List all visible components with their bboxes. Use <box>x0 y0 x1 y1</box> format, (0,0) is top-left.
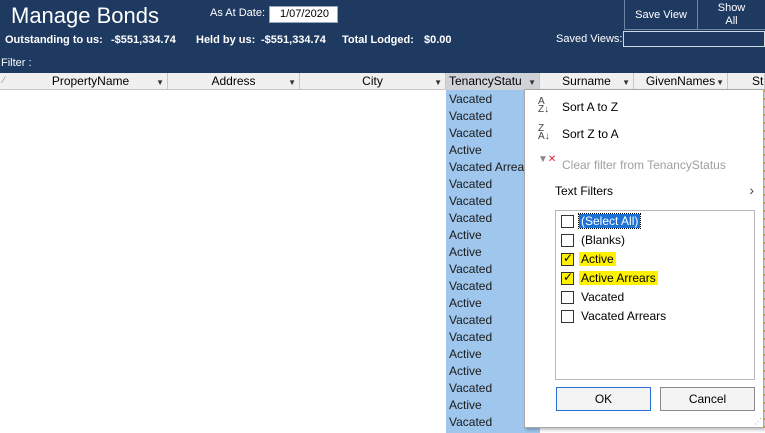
chevron-right-icon: › <box>749 182 754 198</box>
held-by-us-label: Held by us: <box>196 34 256 46</box>
tenancy-status-cell[interactable]: Active <box>449 245 482 259</box>
chevron-down-icon[interactable]: ▼ <box>288 75 296 90</box>
text-filters-label: Text Filters <box>555 184 614 198</box>
tenancy-status-cell[interactable]: Active <box>449 296 482 310</box>
outstanding-value: -$551,334.74 <box>111 34 176 46</box>
tenancy-status-cell[interactable]: Vacated <box>449 381 492 395</box>
chevron-down-icon[interactable]: ▼ <box>434 75 442 90</box>
chevron-down-icon[interactable]: ▼ <box>716 75 724 90</box>
filter-option-label: Active Arrears <box>579 271 658 285</box>
column-header-surname[interactable]: Surname ▼ <box>540 73 634 90</box>
clear-filter-label: Clear filter from TenancyStatus <box>562 158 726 172</box>
chevron-down-icon[interactable]: ▼ <box>622 75 630 90</box>
column-header-label: TenancyStatu <box>449 74 522 88</box>
filter-option-label: (Select All) <box>577 213 642 229</box>
column-header-start[interactable]: Star <box>728 73 765 90</box>
tenancy-status-cell[interactable]: Vacated <box>449 194 492 208</box>
held-by-us-value: -$551,334.74 <box>261 34 326 46</box>
resize-grip-icon[interactable]: ⋰ <box>754 417 762 426</box>
column-header-propertyname[interactable]: PropertyName ▼ <box>14 73 168 90</box>
cancel-button[interactable]: Cancel <box>660 387 755 411</box>
filter-option-label: Vacated <box>581 290 625 304</box>
tenancy-status-cell[interactable]: Vacated <box>449 330 492 344</box>
tenancy-status-cell[interactable]: Active <box>449 364 482 378</box>
tenancy-status-cell[interactable]: Vacated <box>449 262 492 276</box>
clear-filter-icon: ▼✕ <box>538 154 557 165</box>
tenancy-status-cell[interactable]: Vacated <box>449 211 492 225</box>
tenancy-status-cell[interactable]: Vacated <box>449 92 492 106</box>
column-header-address[interactable]: Address ▼ <box>168 73 300 90</box>
page-title: Manage Bonds <box>11 3 159 28</box>
tenancy-status-cell[interactable]: Vacated <box>449 177 492 191</box>
app-header: Manage Bonds As At Date: 1/07/2020 Outst… <box>0 0 765 73</box>
filter-dropdown: A Z↓ Sort A to Z Z A↓ Sort Z to A ▼✕ Clear… <box>524 89 764 428</box>
tenancy-status-cell[interactable]: Vacated Arrears <box>449 160 534 174</box>
column-header-row: ⁄ PropertyName ▼ Address ▼ City ▼ Tenanc… <box>0 73 765 90</box>
saved-views-select[interactable] <box>623 31 765 47</box>
filter-label: Filter : <box>1 57 32 69</box>
outstanding-label: Outstanding to us: <box>5 34 103 46</box>
tenancy-status-cell[interactable]: Vacated <box>449 313 492 327</box>
chevron-down-icon[interactable]: ▼ <box>528 75 536 90</box>
show-all-label-line1: Show <box>717 2 746 14</box>
as-at-date-label: As At Date: <box>210 7 266 19</box>
column-header-givennames[interactable]: GivenNames ▼ <box>634 73 728 90</box>
sort-z-to-a-item[interactable]: Z A↓ Sort Z to A <box>525 120 763 146</box>
tenancy-status-cell[interactable]: Active <box>449 347 482 361</box>
checkbox[interactable] <box>561 234 574 247</box>
clear-filter-item[interactable]: ▼✕ Clear filter from TenancyStatus <box>525 151 763 177</box>
column-header-label: PropertyName <box>51 74 130 88</box>
total-lodged-value: $0.00 <box>424 34 452 46</box>
tenancy-status-cell[interactable]: Vacated <box>449 126 492 140</box>
text-filters-item[interactable]: Text Filters › <box>525 177 763 203</box>
save-view-label: Save View <box>635 9 687 21</box>
sort-descending-icon: Z A↓ <box>538 123 550 142</box>
checkbox[interactable] <box>561 215 574 228</box>
saved-views-label: Saved Views: <box>556 33 623 45</box>
sort-a-to-z-item[interactable]: A Z↓ Sort A to Z <box>525 93 763 119</box>
save-view-button[interactable]: Save View <box>624 0 697 30</box>
sort-z-to-a-label: Sort Z to A <box>562 127 619 141</box>
checkbox[interactable] <box>561 310 574 323</box>
show-all-label-line2: All <box>725 15 738 27</box>
tenancy-status-cell[interactable]: Vacated <box>449 415 492 429</box>
column-header-label: Star <box>752 74 764 88</box>
column-header-label: Surname <box>562 74 611 88</box>
tenancy-status-cell[interactable]: Vacated <box>449 109 492 123</box>
checkbox[interactable] <box>561 270 574 285</box>
column-header-tenancystatus[interactable]: TenancyStatu ▼ <box>446 73 540 90</box>
column-header-city[interactable]: City ▼ <box>300 73 446 90</box>
filter-values-list[interactable]: (Select All) (Blanks) Active Active Arre… <box>555 210 755 380</box>
column-header-label: Address <box>211 74 256 88</box>
checkbox[interactable] <box>561 291 574 304</box>
tenancy-status-cell[interactable]: Vacated <box>449 279 492 293</box>
sort-a-to-z-label: Sort A to Z <box>562 100 619 114</box>
filter-option-label: Vacated Arrears <box>581 309 667 323</box>
total-lodged-label: Total Lodged: <box>342 34 414 46</box>
filter-option-label: (Blanks) <box>581 233 626 247</box>
sort-ascending-icon: A Z↓ <box>538 96 550 115</box>
tenancy-status-cell[interactable]: Active <box>449 398 482 412</box>
column-header-label: City <box>362 74 383 88</box>
chevron-down-icon[interactable]: ▼ <box>156 75 164 90</box>
record-selector-icon: ⁄ <box>3 75 5 85</box>
column-header-label: GivenNames <box>645 74 716 88</box>
as-at-date-input[interactable]: 1/07/2020 <box>269 6 338 23</box>
tenancy-status-cell[interactable]: Active <box>449 228 482 242</box>
ok-button[interactable]: OK <box>556 387 651 411</box>
filter-option-label: Active <box>579 252 616 266</box>
show-all-button[interactable]: Show All <box>697 0 765 30</box>
checkbox[interactable] <box>561 251 574 266</box>
tenancy-status-cell[interactable]: Active <box>449 143 482 157</box>
